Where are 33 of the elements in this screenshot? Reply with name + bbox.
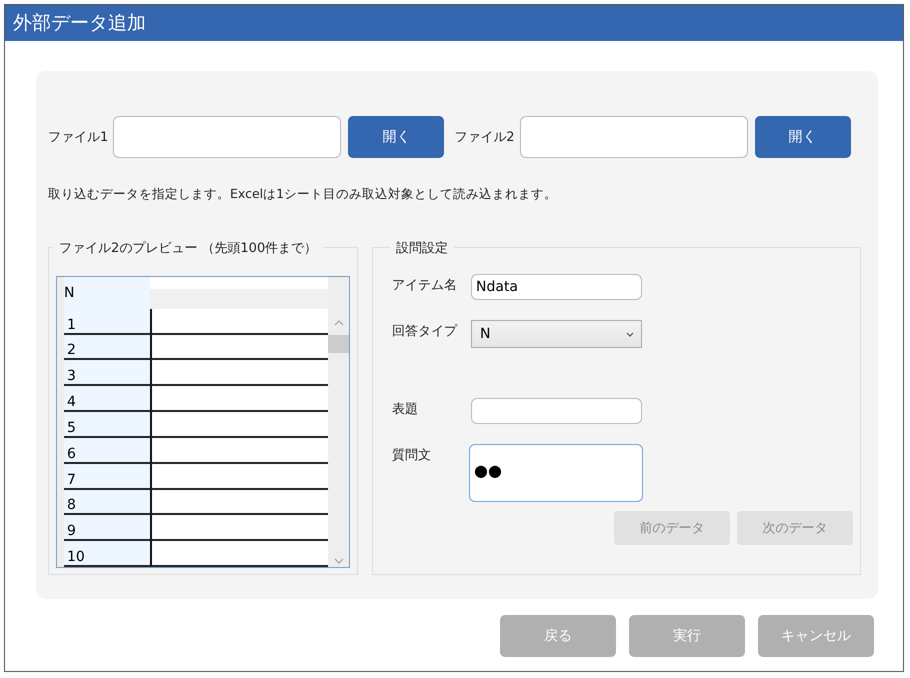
field-label: アイテム名 bbox=[392, 277, 458, 294]
scroll-up-icon[interactable] bbox=[334, 320, 344, 326]
dropdown[interactable]: N bbox=[471, 320, 642, 348]
group-title: 設問設定 bbox=[390, 239, 454, 257]
group-title: ファイル2のプレビュー （先頭100件まで） bbox=[53, 239, 324, 257]
scroll-thumb[interactable] bbox=[328, 335, 349, 353]
open-button[interactable]: 開く bbox=[754, 116, 851, 158]
text-area[interactable]: ●● bbox=[469, 444, 643, 502]
field-label: 質問文 bbox=[392, 447, 432, 464]
field-label: ファイル2 bbox=[454, 129, 515, 146]
caret-icon bbox=[626, 332, 634, 336]
file-path-field[interactable] bbox=[113, 116, 342, 158]
input-field[interactable] bbox=[471, 398, 642, 424]
field-label: 表題 bbox=[392, 401, 419, 418]
row-header: 10 bbox=[64, 541, 150, 567]
row-header: 1 bbox=[64, 308, 150, 335]
row-header: 8 bbox=[64, 490, 150, 516]
row-header: 2 bbox=[64, 334, 150, 360]
row-header: 9 bbox=[64, 515, 150, 542]
file-path-field[interactable] bbox=[520, 116, 748, 158]
open-button[interactable]: 開く bbox=[348, 116, 444, 158]
row-header: 3 bbox=[64, 360, 150, 386]
input-field[interactable]: Ndata bbox=[471, 274, 642, 300]
column-header: N bbox=[64, 277, 150, 309]
row-header: 4 bbox=[64, 386, 150, 412]
row-header: 7 bbox=[64, 464, 150, 490]
row-header: 6 bbox=[64, 438, 150, 464]
window-title: 外部データ追加 bbox=[13, 11, 146, 36]
instruction-text: 取り込むデータを指定します。Excelは1シート目のみ取込対象として読み込まれます。 bbox=[48, 186, 558, 203]
field-label: 回答タイプ bbox=[392, 323, 458, 340]
scroll-down-icon[interactable] bbox=[334, 558, 344, 564]
field-label: ファイル1 bbox=[48, 129, 108, 146]
row-header: 5 bbox=[64, 412, 150, 438]
